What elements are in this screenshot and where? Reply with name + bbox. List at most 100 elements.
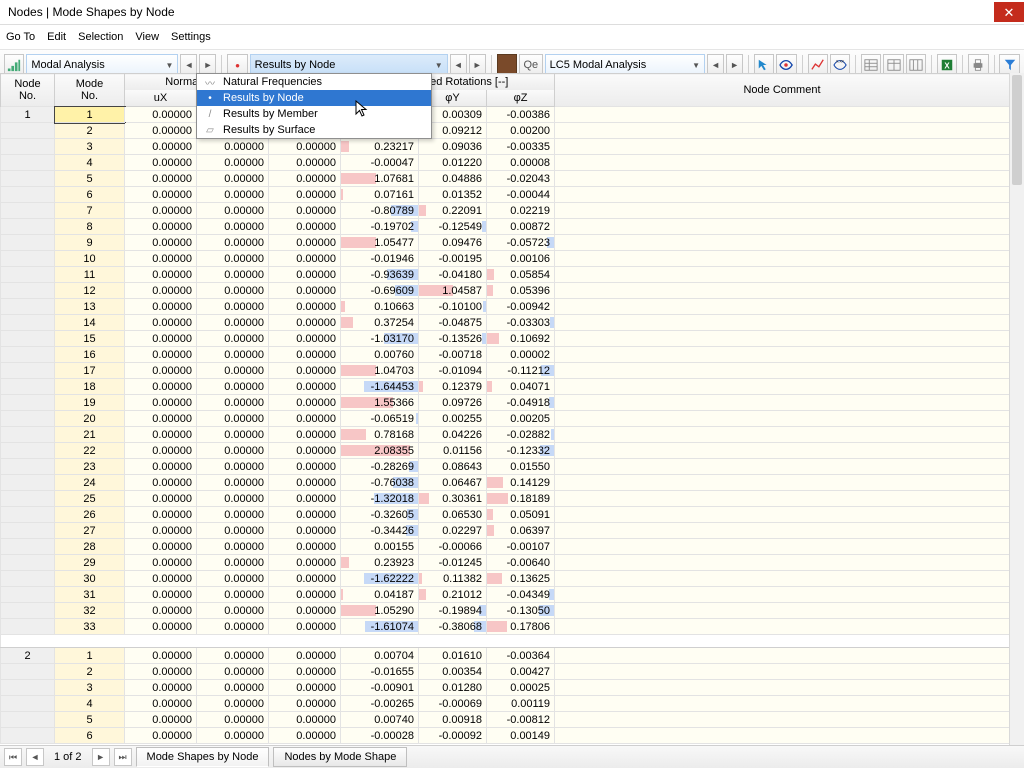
cell-mode-no: 16 (55, 347, 125, 363)
table-row[interactable]: 4 0.00000 0.00000 0.00000 -0.00265 -0.00… (1, 696, 1010, 712)
cell-node-no (1, 539, 55, 555)
tab-mode-shapes-by-node[interactable]: Mode Shapes by Node (136, 747, 270, 767)
col-comment[interactable]: Node Comment (555, 74, 1010, 107)
dropdown-item-results-by-node[interactable]: • Results by Node (197, 90, 431, 106)
cell-uy: 0.00000 (197, 491, 269, 507)
table-row[interactable]: 27 0.00000 0.00000 0.00000 -0.34426 0.02… (1, 523, 1010, 539)
table-row[interactable]: 17 0.00000 0.00000 0.00000 1.04703 -0.01… (1, 363, 1010, 379)
table-row[interactable]: 6 0.00000 0.00000 0.00000 -0.00028 -0.00… (1, 728, 1010, 744)
table-row[interactable]: 4 0.00000 0.00000 0.00000 -0.00047 0.012… (1, 155, 1010, 171)
cell-value: -1.64453 (341, 379, 419, 395)
table-row[interactable]: 7 0.00000 0.00000 0.00000 -0.80789 0.220… (1, 203, 1010, 219)
table-row[interactable]: 5 0.00000 0.00000 0.00000 1.07681 0.0488… (1, 171, 1010, 187)
table-row[interactable]: 9 0.00000 0.00000 0.00000 1.05477 0.0947… (1, 235, 1010, 251)
table-row[interactable]: 8 0.00000 0.00000 0.00000 -0.19702 -0.12… (1, 219, 1010, 235)
table-row[interactable]: 6 0.00000 0.00000 0.00000 0.07161 0.0135… (1, 187, 1010, 203)
col-mode-no[interactable]: ModeNo. (55, 74, 125, 107)
close-icon[interactable]: ✕ (994, 2, 1024, 22)
results-dropdown[interactable]: 〰 Natural Frequencies • Results by Node … (196, 73, 432, 139)
table-row[interactable]: 20 0.00000 0.00000 0.00000 -0.06519 0.00… (1, 411, 1010, 427)
cell-value: 0.00205 (487, 411, 555, 427)
table-row[interactable]: 26 0.00000 0.00000 0.00000 -0.32605 0.06… (1, 507, 1010, 523)
menu-goto[interactable]: Go To (6, 31, 35, 43)
cell-node-no: 2 (1, 648, 55, 664)
table-row[interactable]: 30 0.00000 0.00000 0.00000 -1.62222 0.11… (1, 571, 1010, 587)
cell-uy: 0.00000 (197, 411, 269, 427)
cell-node-no (1, 251, 55, 267)
cell-mode-no: 7 (55, 203, 125, 219)
table-row[interactable]: 29 0.00000 0.00000 0.00000 0.23923 -0.01… (1, 555, 1010, 571)
table-row[interactable]: 11 0.00000 0.00000 0.00000 -0.93639 -0.0… (1, 267, 1010, 283)
cell-mode-no: 26 (55, 507, 125, 523)
dropdown-item-results-by-surface[interactable]: ▱ Results by Surface (197, 122, 431, 138)
table-row[interactable]: 2 0.00000 0.00000 0.00000 -0.09365 0.092… (1, 123, 1010, 139)
table-row[interactable]: 3 0.00000 0.00000 0.00000 -0.00901 0.012… (1, 680, 1010, 696)
cell-uz: 0.00000 (269, 171, 341, 187)
table-row[interactable]: 5 0.00000 0.00000 0.00000 0.00740 0.0091… (1, 712, 1010, 728)
cell-value: 0.04187 (341, 587, 419, 603)
table-row[interactable]: 18 0.00000 0.00000 0.00000 -1.64453 0.12… (1, 379, 1010, 395)
table-row[interactable]: 3 0.00000 0.00000 0.00000 0.23217 0.0903… (1, 139, 1010, 155)
table-row[interactable]: 16 0.00000 0.00000 0.00000 0.00760 -0.00… (1, 347, 1010, 363)
tab-nodes-by-mode-shape[interactable]: Nodes by Mode Shape (273, 747, 407, 767)
menu-view[interactable]: View (135, 31, 159, 43)
cell-node-no (1, 427, 55, 443)
chevron-down-icon: ▼ (165, 61, 173, 70)
cell-ux: 0.00000 (125, 619, 197, 635)
cell-value: 0.22091 (419, 203, 487, 219)
cell-uy: 0.00000 (197, 219, 269, 235)
menu-selection[interactable]: Selection (78, 31, 123, 43)
sheet-last[interactable]: ⏭ (114, 748, 132, 766)
table-row[interactable]: 2 0.00000 0.00000 0.00000 -0.01655 0.003… (1, 664, 1010, 680)
table-row[interactable]: 32 0.00000 0.00000 0.00000 1.05290 -0.19… (1, 603, 1010, 619)
dropdown-item-natural-frequencies[interactable]: 〰 Natural Frequencies (197, 74, 431, 90)
menu-edit[interactable]: Edit (47, 31, 66, 43)
table-row[interactable]: 12 0.00000 0.00000 0.00000 -0.69609 1.04… (1, 283, 1010, 299)
sheet-footer: ⏮ ◄ 1 of 2 ► ⏭ Mode Shapes by Node Nodes… (0, 745, 1024, 768)
scrollbar-thumb[interactable] (1012, 75, 1022, 185)
table-row[interactable]: 10 0.00000 0.00000 0.00000 -0.01946 -0.0… (1, 251, 1010, 267)
cell-value: -1.62222 (341, 571, 419, 587)
cell-value: -0.00942 (487, 299, 555, 315)
cell-comment (555, 251, 1010, 267)
table-row[interactable]: 15 0.00000 0.00000 0.00000 -1.03170 -0.1… (1, 331, 1010, 347)
chevron-down-icon: ▼ (435, 61, 443, 70)
sheet-prev[interactable]: ◄ (26, 748, 44, 766)
cell-value: 0.12379 (419, 379, 487, 395)
cell-uz: 0.00000 (269, 523, 341, 539)
cell-uz: 0.00000 (269, 363, 341, 379)
cell-value: 0.17806 (487, 619, 555, 635)
results-table[interactable]: NodeNo. ModeNo. Normalized Translations … (0, 73, 1010, 744)
col-ux[interactable]: uX (125, 90, 197, 107)
table-row[interactable]: 13 0.00000 0.00000 0.00000 0.10663 -0.10… (1, 299, 1010, 315)
table-row[interactable]: 1 1 0.00000 0.00000 0.00000 0.01928 0.00… (1, 107, 1010, 123)
cell-uy: 0.00000 (197, 555, 269, 571)
table-row[interactable]: 23 0.00000 0.00000 0.00000 -0.28269 0.08… (1, 459, 1010, 475)
table-row[interactable]: 24 0.00000 0.00000 0.00000 -0.76038 0.06… (1, 475, 1010, 491)
table-row[interactable]: 19 0.00000 0.00000 0.00000 1.55366 0.097… (1, 395, 1010, 411)
cell-node-no (1, 203, 55, 219)
cell-ux: 0.00000 (125, 459, 197, 475)
table-row[interactable]: 28 0.00000 0.00000 0.00000 0.00155 -0.00… (1, 539, 1010, 555)
cell-value: -0.00718 (419, 347, 487, 363)
table-row[interactable]: 22 0.00000 0.00000 0.00000 2.08355 0.011… (1, 443, 1010, 459)
dropdown-item-results-by-member[interactable]: / Results by Member (197, 106, 431, 122)
table-row[interactable]: 21 0.00000 0.00000 0.00000 0.78168 0.042… (1, 427, 1010, 443)
sheet-first[interactable]: ⏮ (4, 748, 22, 766)
cell-mode-no: 14 (55, 315, 125, 331)
table-row[interactable]: 33 0.00000 0.00000 0.00000 -1.61074 -0.3… (1, 619, 1010, 635)
col-node-no[interactable]: NodeNo. (1, 74, 55, 107)
cell-comment (555, 427, 1010, 443)
cell-comment (555, 347, 1010, 363)
cell-ux: 0.00000 (125, 107, 197, 123)
table-row[interactable]: 25 0.00000 0.00000 0.00000 -1.32018 0.30… (1, 491, 1010, 507)
sheet-next[interactable]: ► (92, 748, 110, 766)
table-row[interactable]: 31 0.00000 0.00000 0.00000 0.04187 0.210… (1, 587, 1010, 603)
cell-value: 0.04886 (419, 171, 487, 187)
cell-value: 0.01352 (419, 187, 487, 203)
vertical-scrollbar[interactable] (1009, 73, 1024, 746)
table-row[interactable]: 2 1 0.00000 0.00000 0.00000 0.00704 0.01… (1, 648, 1010, 664)
table-row[interactable]: 14 0.00000 0.00000 0.00000 0.37254 -0.04… (1, 315, 1010, 331)
menu-settings[interactable]: Settings (171, 31, 211, 43)
col-phiz[interactable]: φZ (487, 90, 555, 107)
